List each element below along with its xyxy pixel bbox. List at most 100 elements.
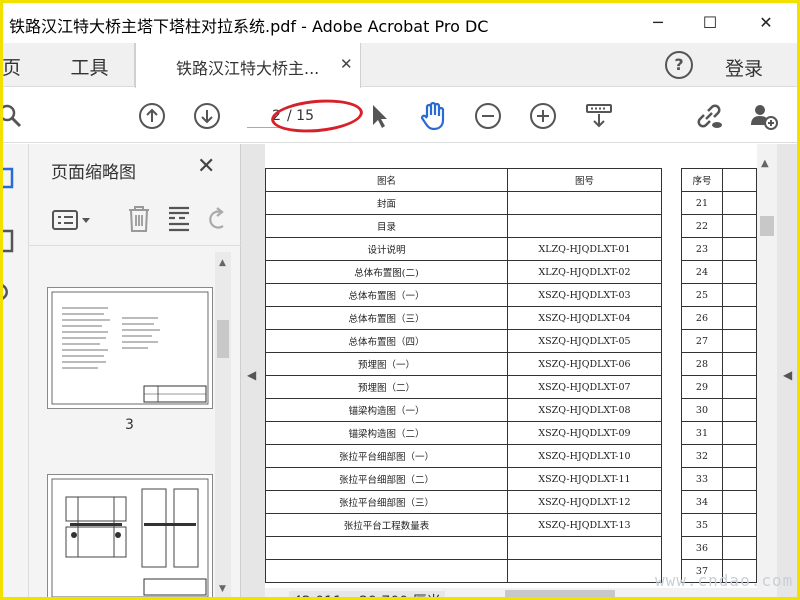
hand-tool-icon[interactable] [417,100,449,132]
sequence-number-cell: 33 [681,467,723,491]
sequence-number-cell: 34 [681,490,723,514]
tab-close-icon[interactable]: ✕ [340,55,353,73]
drawing-name-cell: 封面 [265,191,508,215]
drawing-number-cell [507,559,662,583]
login-button[interactable]: 登录 [725,54,763,81]
select-cursor-icon[interactable] [363,100,395,132]
share-link-icon[interactable] [693,100,725,132]
drawing-number-cell: XLZQ-HJQDLXT-02 [507,260,662,284]
table-row: 22 [681,214,758,238]
tab-home[interactable]: 主页 [3,43,45,87]
page-thumbnails-icon[interactable] [3,166,17,194]
thumbnails-scroll-handle[interactable] [217,320,229,358]
page-thumbnail[interactable] [47,287,213,409]
add-user-icon[interactable] [747,100,779,132]
table-row: 张拉平台细部图（三） XSZQ-HJQDLXT-12 [265,490,662,514]
next-page-icon[interactable] [191,100,223,132]
document-view: ◀ 图名 图号 封面 目录 设计说明 XLZQ-HJQDLXT-01 总体布置图(二) X… [241,144,797,597]
drawing-number-cell: XSZQ-HJQDLXT-12 [507,490,662,514]
maximize-button[interactable]: ☐ [687,7,733,37]
table-row [265,536,662,560]
table-row: 21 [681,191,758,215]
tab-tools[interactable]: 工具 [45,43,135,87]
thumbnail-tools [29,194,241,246]
scroll-down-icon[interactable]: ▼ [219,584,226,594]
undo-icon[interactable] [205,204,227,238]
drawing-number-cell: XSZQ-HJQDLXT-07 [507,375,662,399]
drawing-name-cell: 总体布置图（一） [265,283,508,307]
zoom-in-icon[interactable] [527,100,559,132]
tab-bar: 主页 工具 铁路汉江特大桥主... ✕ ? 登录 [3,43,797,88]
drawing-name-cell: 目录 [265,214,508,238]
drawing-number-cell: XSZQ-HJQDLXT-09 [507,421,662,445]
column-header-extra [721,168,758,192]
drawing-name-cell: 预埋图（一） [265,352,508,376]
table-row: 30 [681,398,758,422]
close-icon: ✕ [759,12,773,32]
scroll-up-icon[interactable]: ▲ [761,158,769,169]
tab-document[interactable]: 铁路汉江特大桥主... ✕ [135,43,361,88]
table-row: 25 [681,283,758,307]
scroll-up-icon[interactable]: ▲ [219,258,226,268]
extra-cell [721,329,758,353]
previous-page-icon[interactable] [136,100,168,132]
horizontal-scroll-handle[interactable] [505,590,615,597]
close-panel-icon[interactable]: ✕ [197,154,215,179]
table-row: 34 [681,490,758,514]
sequence-number-cell: 22 [681,214,723,238]
sequence-number-cell: 32 [681,444,723,468]
extra-cell [721,352,758,376]
trash-icon[interactable] [125,204,153,238]
close-window-button[interactable]: ✕ [743,7,789,37]
drawing-number-cell: XSZQ-HJQDLXT-10 [507,444,662,468]
thumbnail-options-icon[interactable] [51,208,93,236]
collapse-left-panel-icon[interactable]: ◀ [247,368,256,382]
extra-cell [721,375,758,399]
drawing-name-cell: 总体布置图（三） [265,306,508,330]
table-row: 总体布置图（三） XSZQ-HJQDLXT-04 [265,306,662,330]
sequence-number-cell: 28 [681,352,723,376]
table-row [265,559,662,583]
table-row: 总体布置图（一） XSZQ-HJQDLXT-03 [265,283,662,307]
thumbnails-scrollbar[interactable]: ▲ ▼ [215,252,231,597]
thumbnails-panel-title: 页面缩略图 [51,163,136,183]
attachments-icon[interactable] [3,280,17,308]
drawing-name-cell: 预埋图（二） [265,375,508,399]
table-row: 封面 [265,191,662,215]
drawing-number-cell: XSZQ-HJQDLXT-04 [507,306,662,330]
drawing-number-cell: XSZQ-HJQDLXT-08 [507,398,662,422]
document-scroll-handle[interactable] [760,216,774,236]
extra-cell [721,490,758,514]
table-row: 24 [681,260,758,284]
drawing-name-cell [265,536,508,560]
document-scrollbar[interactable]: ▲ [757,144,777,597]
bookmarks-icon[interactable] [3,228,17,258]
extra-cell [721,467,758,491]
table-row: 32 [681,444,758,468]
help-icon[interactable]: ? [665,51,693,79]
column-header-number: 图号 [507,168,662,192]
drawing-number-cell [507,214,662,238]
drawing-number-cell: XSZQ-HJQDLXT-13 [507,513,662,537]
extra-cell [721,237,758,261]
zoom-out-icon[interactable] [472,100,504,132]
table-row: 预埋图（二） XSZQ-HJQDLXT-07 [265,375,662,399]
table-row: 27 [681,329,758,353]
window-title: 铁路汉江特大桥主塔下塔柱对拉系统.pdf - Adobe Acrobat Pro… [9,17,489,36]
scroll-mode-icon[interactable] [583,100,615,132]
table-row: 26 [681,306,758,330]
sequence-number-cell: 26 [681,306,723,330]
page-thumbnail[interactable] [47,474,213,597]
drawing-name-cell: 张拉平台细部图（一） [265,444,508,468]
sequence-number-cell: 31 [681,421,723,445]
tab-tools-label: 工具 [70,57,109,79]
table-row: 张拉平台工程数量表 XSZQ-HJQDLXT-13 [265,513,662,537]
column-header-seq: 序号 [681,168,723,192]
minimize-button[interactable]: ─ [635,7,681,37]
search-icon[interactable] [3,100,27,132]
drawing-list-table: 图名 图号 封面 目录 设计说明 XLZQ-HJQDLXT-01 总体布置图(二) XLZ… [265,168,662,583]
table-row: 29 [681,375,758,399]
extract-pages-icon[interactable] [165,204,193,238]
drawing-number-cell: XLZQ-HJQDLXT-01 [507,237,662,261]
expand-right-panel-icon[interactable]: ◀ [783,368,792,382]
